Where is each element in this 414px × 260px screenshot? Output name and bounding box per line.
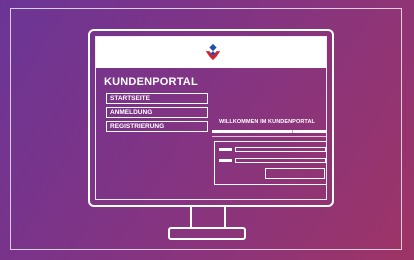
company-logo-icon xyxy=(205,43,221,61)
username-label xyxy=(219,148,232,151)
monitor-stand-neck xyxy=(190,207,226,229)
monitor-stand-base xyxy=(168,227,246,240)
login-form xyxy=(214,141,326,185)
welcome-divider-tick xyxy=(292,130,293,133)
monitor-illustration: KUNDENPORTAL STARTSEITE ANMELDUNG REGIST… xyxy=(88,29,334,207)
welcome-underline xyxy=(212,136,326,137)
nav-item-anmeldung[interactable]: ANMELDUNG xyxy=(106,107,208,118)
password-field[interactable] xyxy=(235,158,326,163)
monitor-screen: KUNDENPORTAL STARTSEITE ANMELDUNG REGIST… xyxy=(95,36,327,200)
nav-item-registrierung[interactable]: REGISTRIERUNG xyxy=(106,121,208,132)
portal-title: KUNDENPORTAL xyxy=(104,76,198,88)
login-button[interactable] xyxy=(265,168,325,179)
nav-item-startseite[interactable]: STARTSEITE xyxy=(106,93,208,104)
password-label xyxy=(219,159,232,162)
username-field[interactable] xyxy=(235,147,326,152)
welcome-divider xyxy=(212,130,326,133)
screen-header xyxy=(96,37,326,68)
welcome-heading: WILLKOMMEN IM KUNDENPORTAL xyxy=(219,119,315,125)
